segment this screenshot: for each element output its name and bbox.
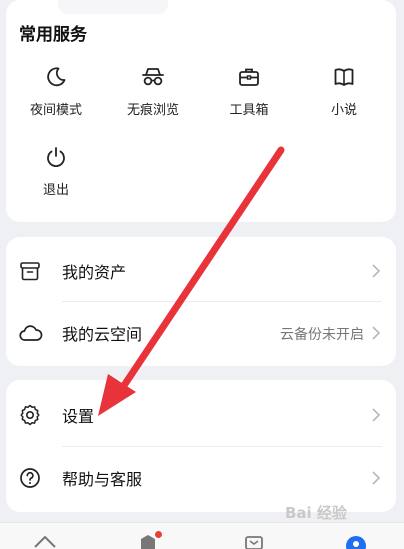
- book-icon: [334, 68, 354, 86]
- tasks-tab-icon[interactable]: [243, 533, 265, 549]
- chevron-right-icon: [372, 264, 381, 278]
- toolbox-icon: [239, 68, 259, 86]
- service-incognito[interactable]: 无痕浏览: [108, 65, 198, 118]
- box-icon: [20, 262, 40, 281]
- row-label: 我的云空间: [62, 325, 143, 344]
- cloud-backup-status: 云备份未开启: [280, 327, 364, 343]
- watermark: Bai 经验: [285, 504, 347, 522]
- profile-tab-icon[interactable]: [345, 535, 367, 549]
- home-tab-icon[interactable]: [32, 533, 58, 549]
- common-services-card: 常用服务 夜间模式 无痕浏览 工具箱 小说 退出: [6, 0, 396, 222]
- service-novel[interactable]: 小说: [299, 65, 389, 118]
- gear-icon: [20, 404, 40, 426]
- service-label: 工具箱: [229, 103, 269, 118]
- chevron-right-icon: [372, 326, 381, 340]
- row-my-cloud-space[interactable]: 我的云空间 云备份未开启: [6, 301, 396, 365]
- service-toolbox[interactable]: 工具箱: [204, 65, 294, 118]
- notification-dot: [155, 531, 162, 538]
- row-my-assets[interactable]: 我的资产: [6, 239, 396, 303]
- service-label: 夜间模式: [29, 103, 82, 118]
- top-tab-remnant: [58, 0, 168, 14]
- service-night-mode[interactable]: 夜间模式: [11, 65, 101, 118]
- row-settings[interactable]: 设置: [6, 383, 396, 447]
- moon-icon: [47, 67, 66, 87]
- service-label: 退出: [42, 183, 69, 198]
- incognito-icon: [142, 68, 164, 86]
- settings-help-card: 设置 帮助与客服: [6, 380, 396, 512]
- row-label: 帮助与客服: [62, 470, 143, 489]
- row-label: 我的资产: [62, 263, 127, 282]
- section-title: 常用服务: [19, 25, 87, 45]
- help-icon: [20, 468, 40, 488]
- service-logout[interactable]: 退出: [11, 145, 101, 198]
- power-icon: [47, 147, 65, 168]
- row-label: 设置: [62, 407, 95, 426]
- assets-cloud-card: 我的资产 我的云空间 云备份未开启: [6, 237, 396, 366]
- service-label: 无痕浏览: [126, 103, 179, 118]
- service-label: 小说: [330, 103, 357, 118]
- chevron-right-icon: [372, 471, 381, 485]
- cloud-icon: [19, 325, 43, 341]
- row-help-support[interactable]: 帮助与客服: [6, 446, 396, 510]
- chevron-right-icon: [372, 408, 381, 422]
- bottom-tab-bar: [0, 522, 404, 549]
